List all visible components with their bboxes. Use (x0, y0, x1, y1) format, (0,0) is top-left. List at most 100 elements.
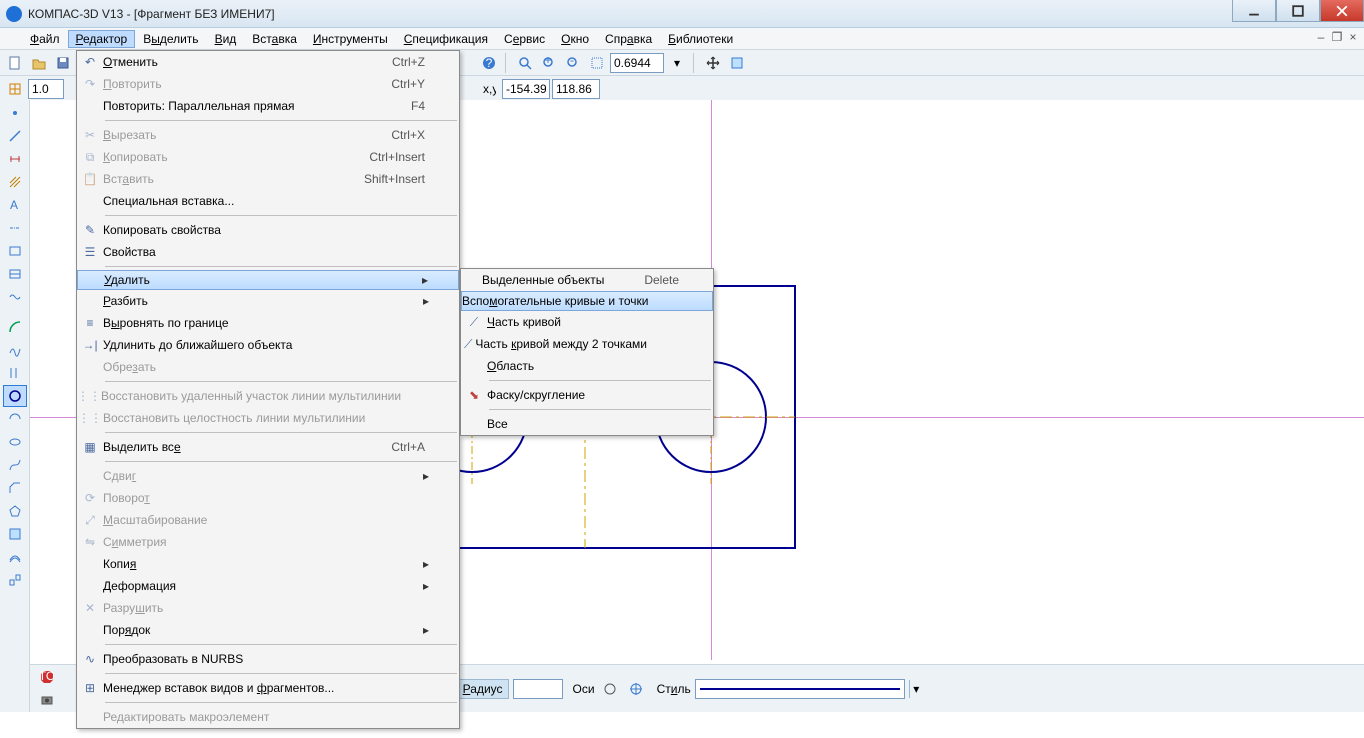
tool-text[interactable]: A (3, 194, 27, 216)
menu-undo[interactable]: ↶ОтменитьCtrl+Z (77, 51, 459, 73)
camera-button[interactable] (36, 689, 58, 711)
tool-circle[interactable] (3, 385, 27, 407)
menu-copy-props[interactable]: ✎Копировать свойства (77, 219, 459, 241)
coord-y-input[interactable] (552, 79, 600, 99)
menu-nurbs[interactable]: ∿Преобразовать в NURBS (77, 648, 459, 670)
menu-edit-macro[interactable]: Редактировать макроэлемент (77, 706, 459, 728)
menu-extend[interactable]: →|Удлинить до ближайшего объекта (77, 334, 459, 356)
app-icon (6, 6, 22, 22)
tool-chamfer[interactable] (3, 477, 27, 499)
menu-restore-ml[interactable]: ⋮⋮Восстановить удаленный участок линии м… (77, 385, 459, 407)
mdi-controls: – ❐ × (1314, 30, 1360, 44)
zoom-out-button[interactable]: - (562, 52, 584, 74)
menu-delete[interactable]: Удалить▸ (77, 270, 459, 290)
zoom-input[interactable] (610, 53, 664, 73)
mdi-restore[interactable]: ❐ (1330, 30, 1344, 44)
close-button[interactable] (1320, 0, 1364, 22)
open-button[interactable] (28, 52, 50, 74)
tool-ellipse[interactable] (3, 431, 27, 453)
zoom-in-button[interactable]: + (538, 52, 560, 74)
submenu-chamfer[interactable]: ⬊Фаску/скругление (461, 384, 713, 406)
zoom-fit-button[interactable] (514, 52, 536, 74)
tool-hatch[interactable] (3, 171, 27, 193)
tool-point[interactable] (3, 102, 27, 124)
submenu-aux[interactable]: Вспомогательные кривые и точки (461, 291, 713, 311)
radius-input[interactable] (513, 679, 563, 699)
menu-insert[interactable]: Вставка (244, 30, 305, 48)
menu-spec[interactable]: Спецификация (396, 30, 496, 48)
tool-axis[interactable] (3, 217, 27, 239)
menu-window[interactable]: Окно (553, 30, 597, 48)
axes-off-button[interactable] (599, 678, 621, 700)
refresh-button[interactable] (726, 52, 748, 74)
tool-dimension[interactable] (3, 148, 27, 170)
menu-align[interactable]: ≡Выровнять по границе (77, 312, 459, 334)
pan-button[interactable] (702, 52, 724, 74)
menu-scale[interactable]: ⤢Масштабирование (77, 509, 459, 531)
menu-bar[interactable]: Файл Редактор Выделить Вид Вставка Инстр… (0, 28, 1364, 50)
menu-help[interactable]: Справка (597, 30, 660, 48)
menu-trim[interactable]: Обрезать (77, 356, 459, 378)
menu-select[interactable]: Выделить (135, 30, 206, 48)
tool-region[interactable] (3, 523, 27, 545)
menu-cut[interactable]: ✂ВырезатьCtrl+X (77, 124, 459, 146)
tool-rect[interactable] (3, 240, 27, 262)
menu-order[interactable]: Порядок▸ (77, 619, 459, 641)
zoom-window-button[interactable] (586, 52, 608, 74)
menu-libs[interactable]: Библиотеки (660, 30, 741, 48)
tool-collect[interactable] (3, 569, 27, 591)
maximize-button[interactable] (1276, 0, 1320, 22)
menu-split[interactable]: Разбить▸ (77, 290, 459, 312)
menu-file[interactable]: Файл (22, 30, 68, 48)
tool-bezier[interactable] (3, 454, 27, 476)
coord-x-input[interactable] (502, 79, 550, 99)
axes-on-button[interactable] (625, 678, 647, 700)
menu-shift[interactable]: Сдвиг▸ (77, 465, 459, 487)
menu-deform[interactable]: Деформация▸ (77, 575, 459, 597)
menu-mirror[interactable]: ⇋Симметрия (77, 531, 459, 553)
grid-button[interactable] (4, 78, 26, 100)
minimize-button[interactable] (1232, 0, 1276, 22)
tool-table[interactable] (3, 263, 27, 285)
stop-button[interactable]: STOP (36, 666, 58, 688)
tool-arc[interactable] (3, 316, 27, 338)
menu-editor[interactable]: Редактор (68, 30, 136, 48)
menu-paste[interactable]: 📋ВставитьShift+Insert (77, 168, 459, 190)
submenu-part[interactable]: ⟋Часть кривой (461, 311, 713, 333)
style-dropdown[interactable]: ▾ (909, 680, 923, 698)
tool-equidistant[interactable] (3, 546, 27, 568)
submenu-region[interactable]: Область (461, 355, 713, 377)
new-doc-button[interactable] (4, 52, 26, 74)
tool-wave[interactable] (3, 286, 27, 308)
tool-polygon[interactable] (3, 500, 27, 522)
menu-manager[interactable]: ⊞Менеджер вставок видов и фрагментов... (77, 677, 459, 699)
submenu-all[interactable]: Все (461, 413, 713, 435)
menu-restore-ml2[interactable]: ⋮⋮Восстановить целостность линии мультил… (77, 407, 459, 429)
mdi-close[interactable]: × (1346, 30, 1360, 44)
style-combo[interactable] (695, 679, 905, 699)
menu-select-all[interactable]: ▦Выделить всеCtrl+A (77, 436, 459, 458)
menu-service[interactable]: Сервис (496, 30, 553, 48)
menu-copy2[interactable]: Копия▸ (77, 553, 459, 575)
menu-rotate[interactable]: ⟳Поворот (77, 487, 459, 509)
submenu-selected[interactable]: Выделенные объектыDelete (461, 269, 713, 291)
style-preview (700, 688, 900, 690)
menu-props[interactable]: ☰Свойства (77, 241, 459, 263)
save-button[interactable] (52, 52, 74, 74)
tool-parallel[interactable] (3, 362, 27, 384)
thickness-input[interactable] (28, 79, 64, 99)
menu-paste-special[interactable]: Специальная вставка... (77, 190, 459, 212)
submenu-between[interactable]: ⟋Часть кривой между 2 точками (461, 333, 713, 355)
help-icon[interactable]: ? (478, 52, 500, 74)
menu-copy[interactable]: ⧉КопироватьCtrl+Insert (77, 146, 459, 168)
menu-tools[interactable]: Инструменты (305, 30, 396, 48)
mdi-minimize[interactable]: – (1314, 30, 1328, 44)
menu-redo[interactable]: ↷ПовторитьCtrl+Y (77, 73, 459, 95)
tool-ellipse-arc[interactable] (3, 408, 27, 430)
tool-line[interactable] (3, 125, 27, 147)
tool-spline[interactable] (3, 339, 27, 361)
menu-repeat[interactable]: Повторить: Параллельная прямаяF4 (77, 95, 459, 117)
menu-view[interactable]: Вид (207, 30, 245, 48)
zoom-dropdown[interactable]: ▾ (666, 52, 688, 74)
menu-destroy[interactable]: ✕Разрушить (77, 597, 459, 619)
